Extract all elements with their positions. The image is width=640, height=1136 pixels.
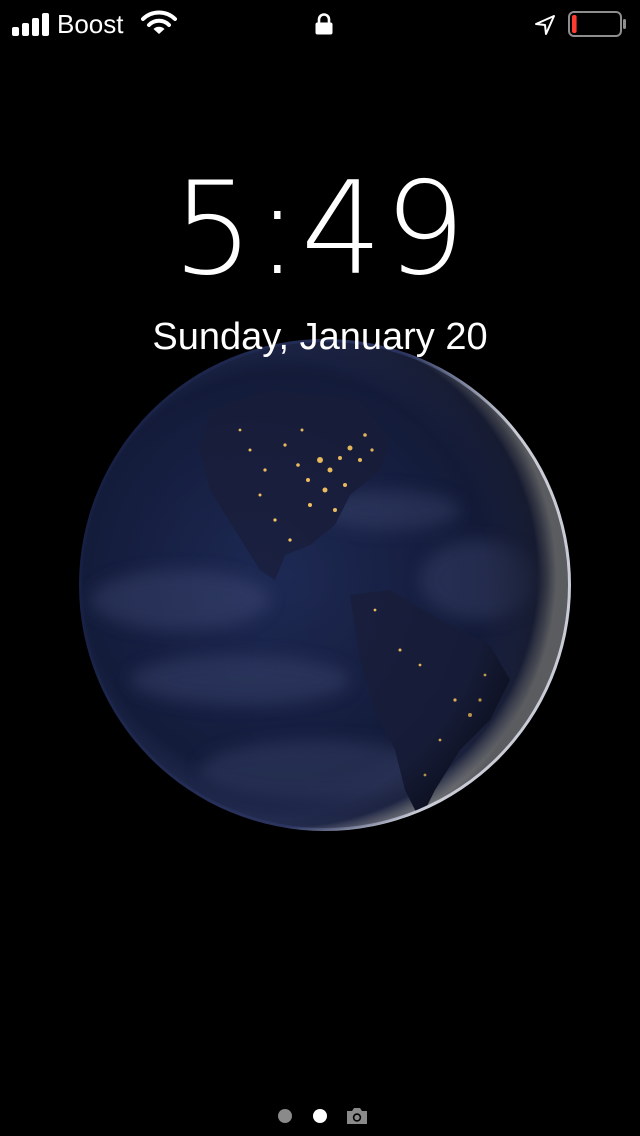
- lock-icon: [315, 13, 333, 35]
- status-bar: Boost: [0, 0, 640, 48]
- battery-icon: [568, 11, 626, 37]
- page-dot-1[interactable]: [278, 1109, 292, 1123]
- page-indicator[interactable]: [0, 1100, 640, 1130]
- location-icon: [535, 15, 555, 35]
- camera-icon[interactable]: [345, 1106, 369, 1126]
- carrier-name: Boost: [57, 9, 124, 39]
- earth-wallpaper: [79, 339, 571, 831]
- signal-icon: [12, 12, 50, 36]
- lock-screen-time: 5:49: [172, 155, 468, 304]
- lock-screen-date: Sunday, January 20: [152, 316, 488, 358]
- wifi-icon: [141, 10, 177, 34]
- page-dot-2-current[interactable]: [313, 1109, 327, 1123]
